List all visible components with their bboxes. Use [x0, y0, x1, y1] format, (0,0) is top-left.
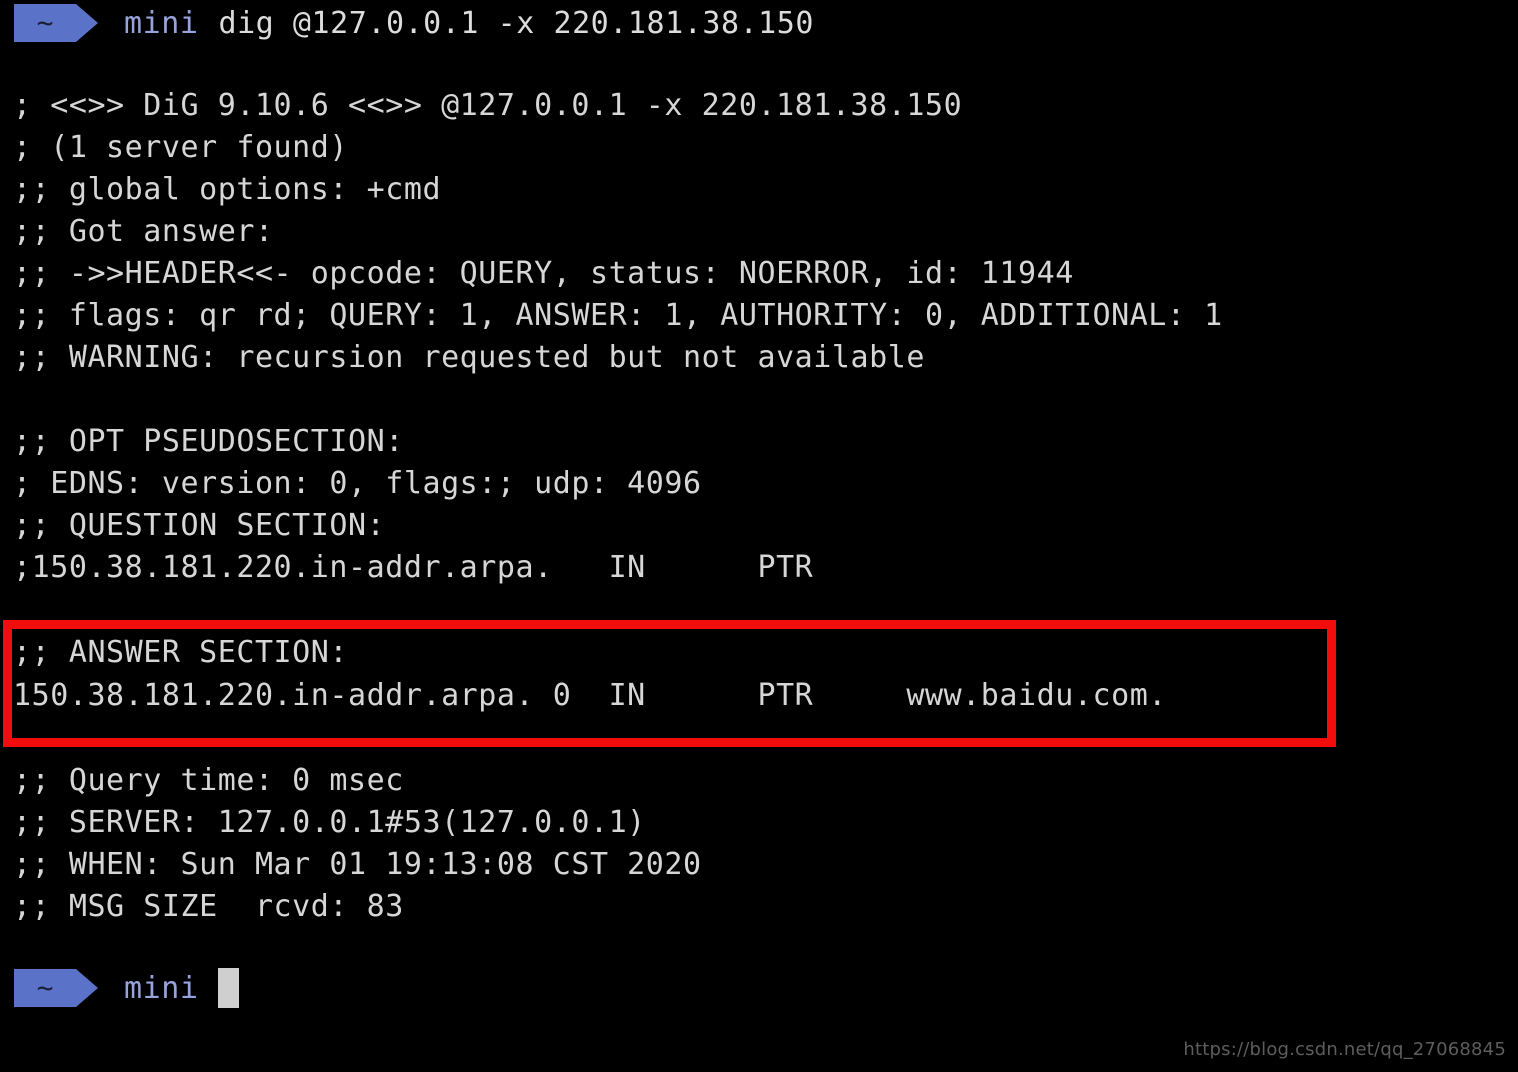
output-line: ;; Got answer: [13, 214, 274, 249]
output-line-server: ;; SERVER: 127.0.0.1#53(127.0.0.1) [13, 805, 646, 840]
output-line-when: ;; WHEN: Sun Mar 01 19:13:08 CST 2020 [13, 847, 702, 882]
terminal-window[interactable]: ~ mini dig @127.0.0.1 -x 220.181.38.150 … [0, 0, 1518, 1072]
final-prompt-row: ~ mini [0, 965, 240, 1011]
output-line-answer-header: ;; ANSWER SECTION: [13, 635, 349, 670]
output-line-question-record: ;150.38.181.220.in-addr.arpa. IN PTR [13, 550, 814, 585]
prompt-path-label: ~ [36, 6, 54, 39]
output-line: ; (1 server found) [13, 130, 349, 165]
output-line-flags: ;; flags: qr rd; QUERY: 1, ANSWER: 1, AU… [13, 298, 1223, 333]
text-cursor[interactable] [218, 968, 240, 1008]
command-prompt-row: ~ mini dig @127.0.0.1 -x 220.181.38.150 [0, 0, 814, 46]
output-line: ;; global options: +cmd [13, 172, 442, 207]
prompt-host-label: mini [124, 5, 199, 41]
output-line: ; <<>> DiG 9.10.6 <<>> @127.0.0.1 -x 220… [13, 88, 963, 123]
output-line-header: ;; ->>HEADER<<- opcode: QUERY, status: N… [13, 256, 1074, 291]
output-line-opt-pseudosection: ;; OPT PSEUDOSECTION: [13, 424, 404, 459]
command-input-text[interactable]: dig @127.0.0.1 -x 220.181.38.150 [218, 6, 814, 41]
output-line-edns: ; EDNS: version: 0, flags:; udp: 4096 [13, 466, 702, 501]
output-line-answer-record: 150.38.181.220.in-addr.arpa. 0 IN PTR ww… [13, 678, 1167, 713]
prompt-path-label: ~ [36, 971, 54, 1004]
watermark-url: https://blog.csdn.net/qq_27068845 [1183, 1039, 1506, 1060]
output-line-warning: ;; WARNING: recursion requested but not … [13, 340, 925, 375]
output-line-question-header: ;; QUESTION SECTION: [13, 508, 386, 543]
prompt-host-label: mini [124, 970, 199, 1006]
output-line-query-time: ;; Query time: 0 msec [13, 763, 404, 798]
prompt-path-segment: ~ [14, 969, 98, 1007]
prompt-path-segment: ~ [14, 4, 98, 42]
output-line-msg-size: ;; MSG SIZE rcvd: 83 [13, 889, 404, 924]
